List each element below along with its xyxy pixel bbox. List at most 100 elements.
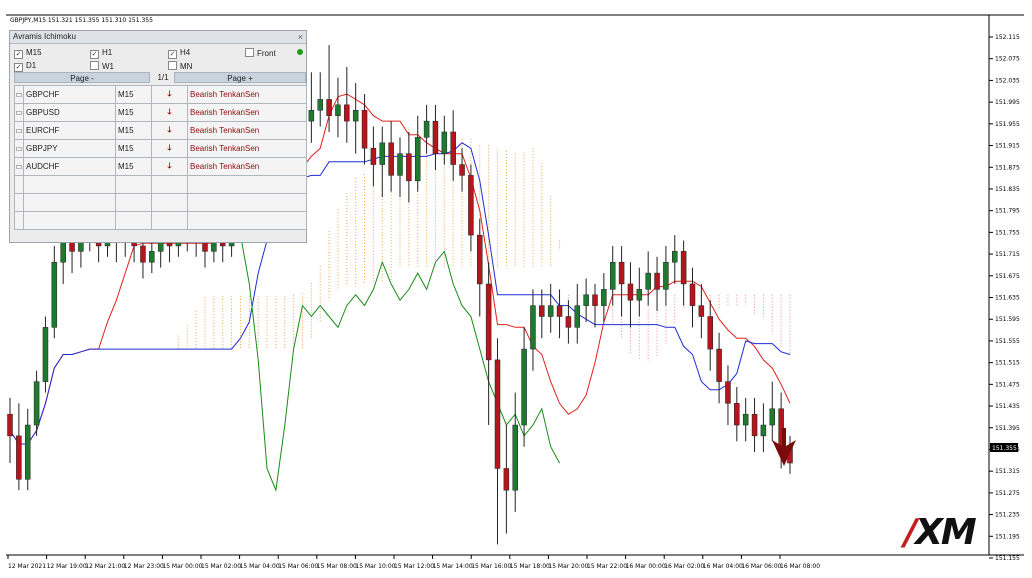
- candle: [388, 121, 394, 192]
- candle: [24, 408, 31, 491]
- x-tick-label: 15 Mar 22:00: [587, 563, 627, 570]
- candle: [370, 126, 377, 187]
- row-symbol[interactable]: AUDCHF: [23, 157, 116, 176]
- x-tick-label: 12 Mar 23:00: [124, 563, 164, 570]
- broker-logo: /XM: [904, 512, 977, 553]
- candle: [601, 273, 607, 322]
- panel-titlebar[interactable]: Avramis Ichimoku ×: [10, 31, 306, 44]
- row-signal: Bearish TenkanSen: [187, 139, 307, 158]
- folder-icon[interactable]: ▭: [14, 139, 24, 158]
- ichimoku-scanner-panel[interactable]: Avramis Ichimoku × ✓ M15 ✓ H1 ✓ H4 Front ✓ D…: [9, 30, 307, 243]
- checkbox-checked-icon: ✓: [168, 50, 177, 59]
- candle: [663, 245, 669, 306]
- table-row[interactable]: ▭ GBPJPY M15 🡓 Bearish TenkanSen: [14, 139, 307, 158]
- y-tick-label: 151.515: [995, 360, 1020, 367]
- candle: [406, 131, 412, 203]
- y-tick-label: 151.395: [995, 425, 1020, 432]
- candle: [317, 72, 323, 127]
- row-signal: Bearish TenkanSen: [187, 121, 307, 140]
- x-tick-label: 12 Mar 19:00: [47, 563, 87, 570]
- candle: [627, 262, 634, 328]
- empty-cell: [23, 193, 116, 212]
- y-tick-label: 152.035: [995, 77, 1020, 84]
- candle: [530, 289, 536, 371]
- candle: [512, 392, 518, 512]
- tf-checkbox-d1[interactable]: ✓ D1: [14, 61, 36, 72]
- page-next-button[interactable]: Page +: [174, 72, 306, 83]
- candle: [716, 332, 722, 404]
- empty-cell: [187, 211, 307, 230]
- x-tick-label: 16 Mar 08:00: [780, 563, 820, 570]
- checkbox-checked-icon: ✓: [14, 63, 23, 72]
- status-indicator-icon: [297, 49, 303, 55]
- y-tick-label: 151.635: [995, 295, 1020, 302]
- candle: [16, 403, 22, 491]
- tf-checkbox-w1[interactable]: W1: [90, 61, 114, 72]
- candle: [760, 403, 767, 453]
- candle: [414, 115, 421, 192]
- y-tick-label: 151.795: [995, 208, 1020, 215]
- folder-icon[interactable]: ▭: [14, 121, 24, 140]
- y-tick-label: 151.275: [995, 490, 1020, 497]
- x-tick-label: 15 Mar 04:00: [240, 563, 280, 570]
- front-checkbox[interactable]: Front: [245, 48, 276, 59]
- x-tick-label: 15 Mar 06:00: [278, 563, 318, 570]
- table-row[interactable]: ▭ EURCHF M15 🡓 Bearish TenkanSen: [14, 121, 307, 140]
- x-tick-label: 12 Mar 21:00: [85, 563, 125, 570]
- close-icon[interactable]: ×: [298, 31, 303, 43]
- panel-title: Avramis Ichimoku: [13, 32, 76, 41]
- candle: [477, 218, 483, 317]
- candle: [636, 267, 643, 317]
- candle: [547, 283, 554, 333]
- x-tick-label: 15 Mar 02:00: [201, 563, 241, 570]
- page-prev-button[interactable]: Page -: [14, 72, 150, 83]
- candle: [672, 235, 678, 284]
- folder-icon[interactable]: ▭: [14, 157, 24, 176]
- tf-checkbox-h1[interactable]: ✓ H1: [90, 48, 112, 59]
- tf-checkbox-h4[interactable]: ✓ H4: [168, 48, 190, 59]
- table-row[interactable]: ▭ AUDCHF M15 🡓 Bearish TenkanSen: [14, 157, 307, 176]
- row-timeframe: M15: [115, 103, 152, 122]
- candle: [725, 365, 731, 426]
- row-symbol[interactable]: GBPCHF: [23, 85, 116, 104]
- candle: [609, 245, 616, 306]
- tf-checkbox-m15[interactable]: ✓ M15: [14, 48, 42, 59]
- empty-table-row: [14, 193, 307, 212]
- symbol-header: GBPJPY,M15 151.321 151.355 151.310 151.3…: [10, 17, 153, 24]
- candle: [361, 93, 368, 165]
- candle: [734, 387, 740, 442]
- checkbox-empty-icon: [245, 48, 254, 57]
- table-row[interactable]: ▭ GBPUSD M15 🡓 Bearish TenkanSen: [14, 103, 307, 122]
- x-tick-label: 15 Mar 10:00: [355, 563, 395, 570]
- y-tick-label: 151.315: [995, 468, 1020, 475]
- y-tick-label: 151.915: [995, 143, 1020, 150]
- down-arrow-icon: 🡓: [151, 157, 188, 176]
- empty-cell: [151, 175, 188, 194]
- down-arrow-icon: 🡓: [151, 85, 188, 104]
- y-tick-label: 151.435: [995, 403, 1020, 410]
- y-tick-label: 151.555: [995, 338, 1020, 345]
- row-symbol[interactable]: EURCHF: [23, 121, 116, 140]
- y-tick-label: 151.595: [995, 316, 1020, 323]
- candle: [397, 137, 403, 198]
- y-tick-label: 152.075: [995, 56, 1020, 63]
- candle: [769, 381, 776, 442]
- x-tick-label: 16 Mar 02:00: [664, 563, 704, 570]
- row-symbol[interactable]: GBPUSD: [23, 103, 116, 122]
- folder-icon[interactable]: ▭: [14, 103, 24, 122]
- empty-cell: [151, 193, 188, 212]
- empty-cell: [14, 193, 24, 212]
- y-tick-label: 151.675: [995, 273, 1020, 280]
- x-tick-label: 15 Mar 18:00: [510, 563, 550, 570]
- folder-icon[interactable]: ▭: [14, 85, 24, 104]
- down-arrow-icon: 🡓: [151, 139, 188, 158]
- empty-table-row: [14, 211, 307, 230]
- candle: [308, 72, 315, 143]
- x-tick-label: 16 Mar 00:00: [626, 563, 666, 570]
- checkbox-empty-icon: [168, 61, 177, 70]
- checkbox-empty-icon: [90, 61, 99, 70]
- row-symbol[interactable]: GBPJPY: [23, 139, 116, 158]
- tf-checkbox-mn[interactable]: MN: [168, 61, 192, 72]
- candle: [335, 77, 341, 138]
- table-row[interactable]: ▭ GBPCHF M15 🡓 Bearish TenkanSen: [14, 85, 307, 104]
